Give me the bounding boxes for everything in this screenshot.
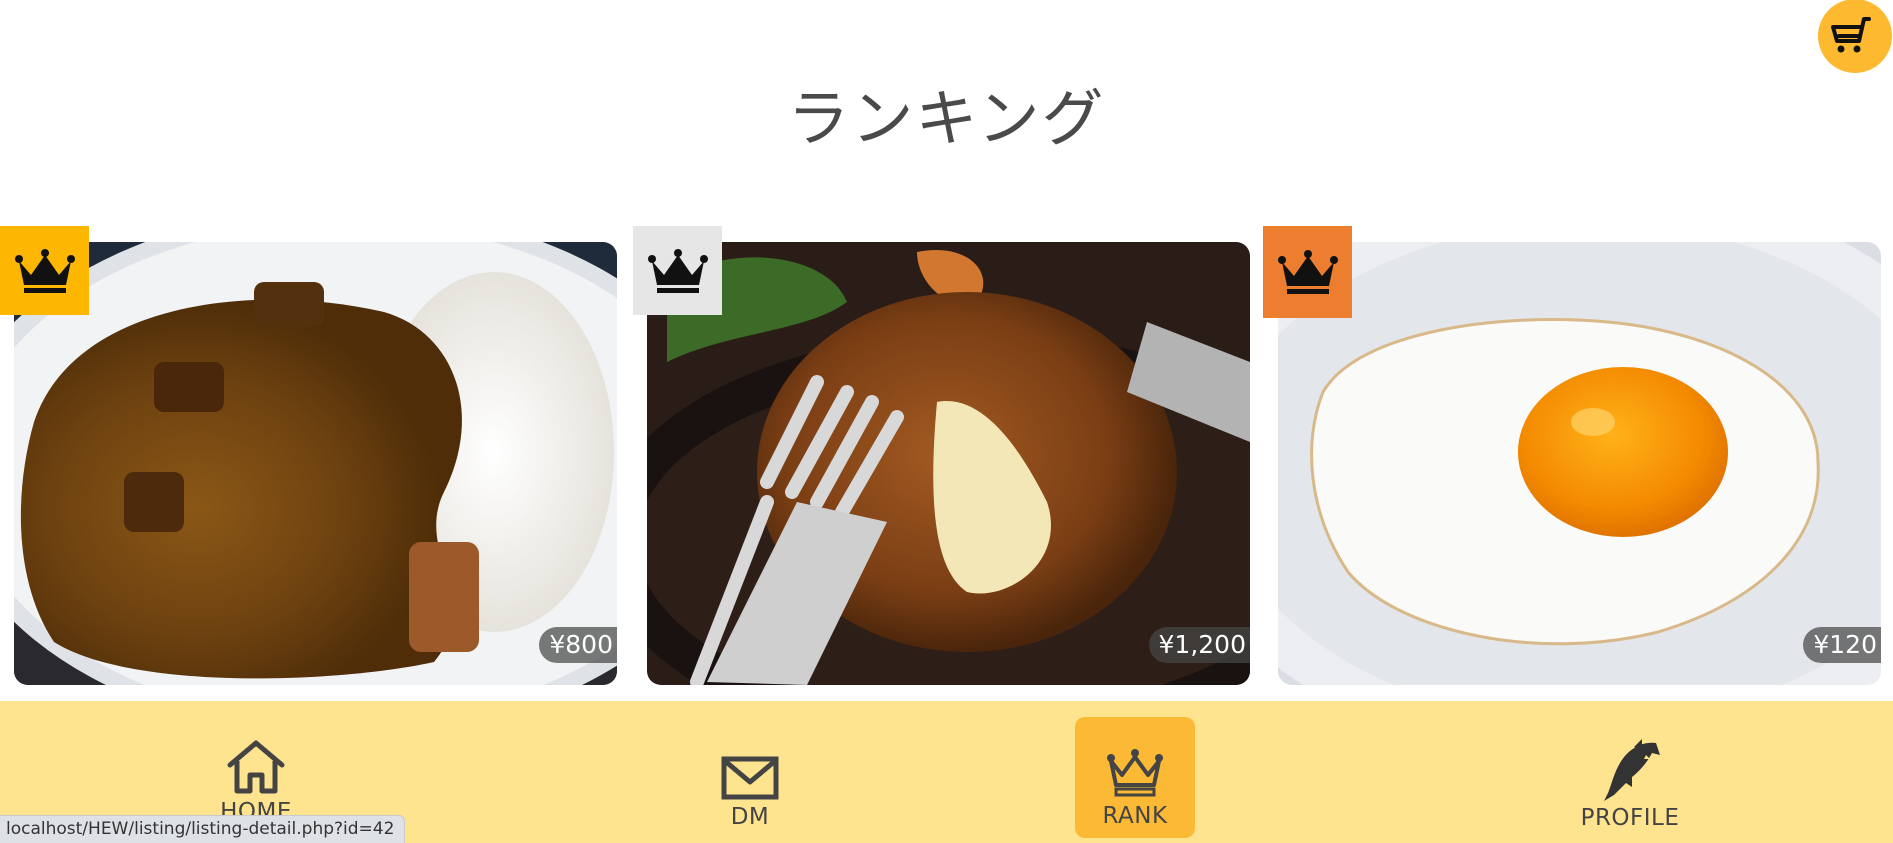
hamburg-steak-photo [647,242,1250,685]
price-tag: ¥120 [1803,627,1881,663]
shark-icon [1604,739,1660,801]
price-tag: ¥800 [539,627,617,663]
nav-profile-label: PROFILE [1580,805,1680,831]
nav-dm-label: DM [730,804,770,830]
rank-2-badge [633,226,722,315]
status-url: localhost/HEW/listing/listing-detail.php… [0,815,406,843]
page-title: ランキング [787,82,1106,155]
crown-icon [1277,250,1338,294]
crown-icon [14,248,75,293]
nav-rank[interactable]: RANK [1075,701,1195,843]
nav-dm[interactable]: DM [690,701,810,843]
rank-1-badge [0,226,89,315]
ranking-card-3[interactable]: ¥120 [1278,242,1881,685]
home-icon [227,740,285,794]
rank-3-badge [1263,226,1352,318]
cart-icon [1818,0,1892,73]
curry-rice-photo [14,242,617,685]
nav-rank-label: RANK [1102,803,1168,829]
fried-egg-photo [1278,242,1881,685]
crown-icon [647,248,708,293]
ranking-card-2[interactable]: ¥1,200 [647,242,1250,685]
ranking-card-1[interactable]: ¥800 [14,242,617,685]
nav-profile[interactable]: PROFILE [1570,701,1690,843]
mail-icon [721,756,779,800]
price-tag: ¥1,200 [1148,627,1250,663]
cart-button[interactable] [1817,0,1893,75]
crown-icon [1107,749,1163,797]
ranking-list: ¥800 ¥1,200 ¥120 [0,226,1893,686]
